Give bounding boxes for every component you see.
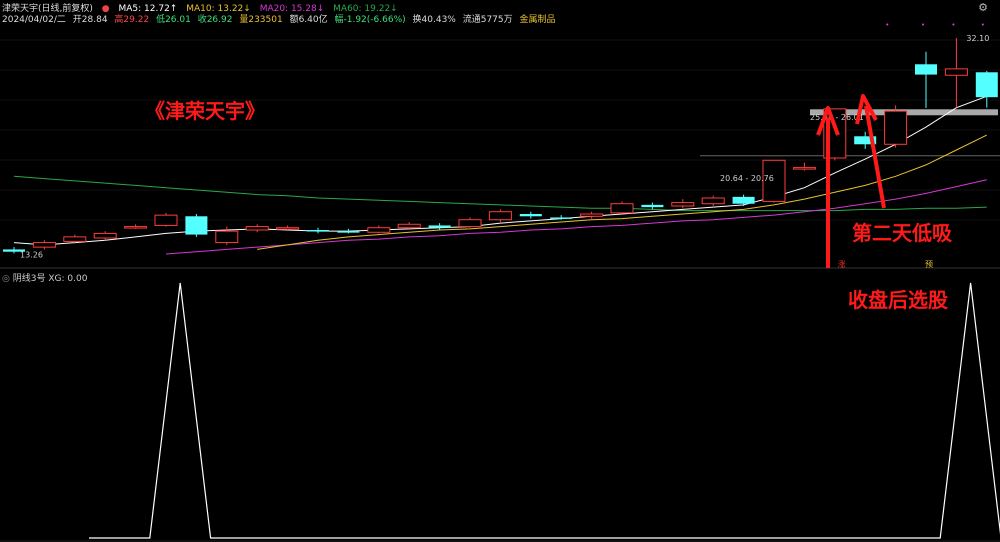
candle-body — [397, 223, 421, 229]
candle-body — [124, 226, 148, 229]
event-marker: • — [921, 21, 925, 29]
chart-canvas[interactable]: 13.2632.1020.64 - 20.7625.98 - 26.01• • • •… — [0, 0, 1000, 542]
candle-body — [792, 167, 816, 170]
marker-1: 涨 — [838, 259, 846, 269]
candle-body — [944, 68, 968, 76]
event-marker: • — [951, 21, 955, 29]
candle-body — [701, 197, 725, 205]
candle-body — [641, 204, 664, 208]
candle-body — [610, 203, 634, 214]
candle-body — [32, 242, 56, 248]
event-marker: • — [885, 21, 889, 29]
candle-body — [63, 236, 87, 242]
arrow-up-1 — [816, 106, 840, 268]
candle-body — [337, 231, 360, 233]
candle-body — [671, 202, 695, 207]
after-close-annotation: 收盘后选股 — [848, 288, 948, 312]
ma60-line — [13, 175, 987, 212]
candle-body — [245, 226, 269, 231]
candle-body — [975, 72, 998, 98]
candle-body — [550, 217, 573, 219]
min-price-label: 13.26 — [20, 250, 43, 259]
candle-body — [915, 64, 937, 75]
marker-2: 预 — [925, 259, 933, 269]
stock-title-annotation: 《津荣天宇》 — [145, 99, 265, 123]
candle-body — [732, 196, 755, 204]
candle-body — [488, 211, 512, 221]
max-price-label: 32.10 — [966, 34, 989, 43]
candle-body — [519, 214, 542, 217]
indicator-panel — [89, 282, 1000, 539]
candle-body — [367, 227, 391, 233]
range-label-1: 20.64 - 20.76 — [720, 174, 774, 183]
xg-indicator-line — [89, 282, 1000, 539]
candle-body — [307, 230, 329, 232]
second-day-annotation: 第二天低吸 — [852, 221, 953, 245]
candle-body — [154, 214, 178, 226]
candle-body — [580, 213, 604, 217]
candle-body — [276, 227, 300, 230]
candle-body — [93, 232, 117, 239]
candle-body — [185, 216, 208, 235]
candle-body — [215, 230, 239, 244]
candle-body — [458, 219, 482, 228]
candle-body — [428, 225, 451, 228]
candle-body — [884, 110, 908, 145]
event-marker: • — [981, 21, 985, 29]
